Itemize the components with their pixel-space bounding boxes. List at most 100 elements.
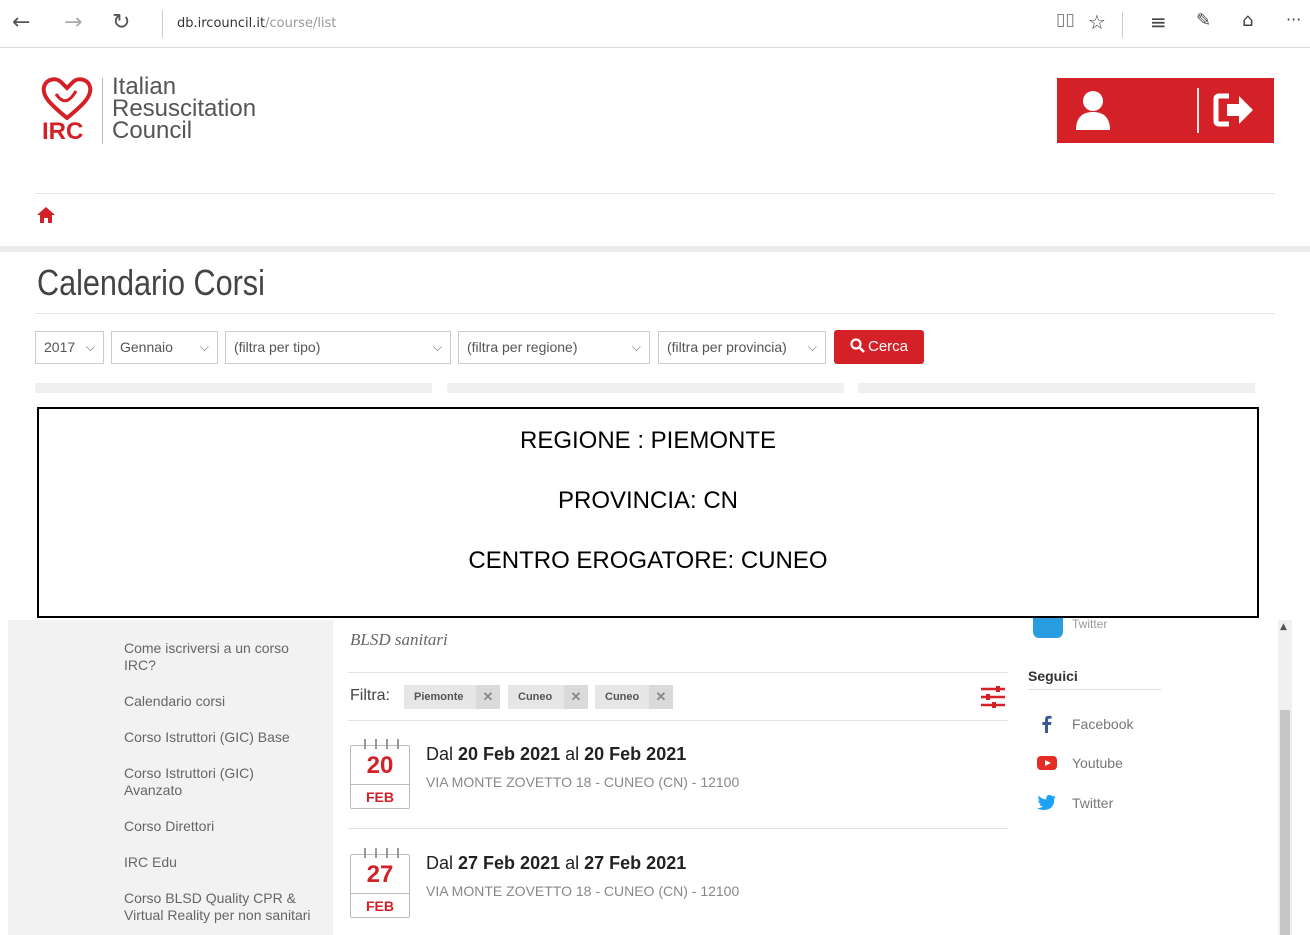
header-divider: [35, 193, 1275, 194]
type-value: (filtra per tipo): [234, 339, 321, 355]
chip-label: Cuneo: [518, 691, 553, 703]
web-note-icon[interactable]: ✎: [1196, 10, 1211, 31]
irc-logo[interactable]: IRC Italian Resuscitation Council: [40, 72, 300, 152]
month-value: Gennaio: [120, 339, 173, 355]
sidebar-item-gic-avanzato[interactable]: Corso Istruttori (GIC) Avanzato: [124, 765, 314, 799]
filter-label: Filtra:: [350, 687, 390, 704]
chip-label: Cuneo: [605, 691, 640, 703]
event-end: 27 Feb 2021: [584, 853, 687, 873]
share-icon[interactable]: ⌂: [1242, 10, 1253, 31]
region-select[interactable]: (filtra per regione) ⌵: [458, 331, 650, 364]
twitter-icon[interactable]: [1033, 618, 1063, 638]
account-panel: [1057, 78, 1274, 143]
follow-title: Seguici: [1028, 668, 1078, 684]
sidebar-item-gic-base[interactable]: Corso Istruttori (GIC) Base: [124, 729, 314, 746]
url-domain: db.ircouncil.it: [177, 16, 266, 31]
forward-button[interactable]: →: [64, 10, 82, 35]
sidebar-item-calendario[interactable]: Calendario corsi: [124, 693, 314, 710]
region-line: REGIONE : PIEMONTE: [519, 427, 777, 454]
logo-line-3: Council: [112, 117, 193, 144]
calendar-date-icon: 20 FEB: [350, 739, 410, 809]
event-title[interactable]: Dal 20 Feb 2021 al 20 Feb 2021: [426, 744, 686, 765]
course-tile: [447, 383, 844, 393]
event-title[interactable]: Dal 27 Feb 2021 al 27 Feb 2021: [426, 853, 686, 874]
location-info-box: REGIONE : PIEMONTE PROVINCIA: CN CENTRO …: [37, 407, 1259, 618]
chevron-down-icon: ⌵: [631, 340, 641, 354]
filter-chip-region: Piemonte ✕: [404, 685, 500, 709]
logo-divider: [102, 78, 103, 144]
favorite-star-icon[interactable]: ☆: [1088, 10, 1106, 34]
search-button-label: Cerca: [867, 338, 908, 355]
filter-chip-center: Cuneo ✕: [595, 685, 673, 709]
scrollbar-thumb[interactable]: [1280, 710, 1290, 935]
logo-abbr: IRC: [42, 118, 84, 145]
page-title: Calendario Corsi: [37, 262, 265, 303]
refresh-button[interactable]: ↻: [112, 10, 130, 35]
youtube-label: Youtube: [1072, 755, 1123, 771]
sidebar-item-blsd-quality[interactable]: Corso BLSD Quality CPR & Virtual Reality…: [124, 890, 314, 924]
sidebar-item-irc-edu[interactable]: IRC Edu: [124, 854, 314, 871]
twitter-top-label[interactable]: Twitter: [1072, 617, 1107, 631]
reading-view-icon[interactable]: ▯▯: [1056, 10, 1075, 30]
twitter-bird-icon: [1037, 795, 1056, 810]
close-icon[interactable]: ✕: [476, 685, 500, 709]
course-tile: [35, 383, 432, 393]
user-icon[interactable]: [1074, 90, 1112, 130]
event-month: FEB: [351, 784, 409, 808]
back-button[interactable]: ←: [12, 10, 30, 35]
event-prefix: Dal: [426, 853, 454, 873]
search-icon: [850, 338, 865, 353]
chevron-down-icon: ⌵: [432, 340, 442, 354]
content-divider: [348, 720, 1008, 721]
heart-hand-icon: [41, 77, 93, 120]
event-end: 20 Feb 2021: [584, 744, 687, 764]
event-address: VIA MONTE ZOVETTO 18 - CUNEO (CN) - 1210…: [426, 883, 740, 899]
event-divider: [348, 828, 1008, 829]
sidebar-item-iscriversi[interactable]: Come iscriversi a un corso IRC?: [124, 640, 314, 674]
course-tile: [858, 383, 1255, 393]
close-icon[interactable]: ✕: [564, 685, 588, 709]
more-menu-icon[interactable]: ···: [1286, 10, 1301, 29]
center-line: CENTRO EROGATORE: CUNEO: [468, 547, 828, 574]
search-button[interactable]: Cerca: [834, 330, 924, 364]
calendar-rings: [364, 848, 399, 858]
home-icon[interactable]: [36, 206, 56, 224]
event-prefix: Dal: [426, 744, 454, 764]
filter-chip-province: Cuneo ✕: [508, 685, 588, 709]
type-select[interactable]: (filtra per tipo) ⌵: [225, 331, 451, 364]
address-bar[interactable]: db.ircouncil.it/course/list: [162, 10, 336, 38]
province-line: PROVINCIA: CN: [557, 487, 739, 514]
province-select[interactable]: (filtra per provincia) ⌵: [658, 331, 826, 364]
month-select[interactable]: Gennaio ⌵: [111, 331, 218, 364]
chevron-down-icon: ⌵: [807, 340, 817, 354]
calendar-date-icon: 27 FEB: [350, 848, 410, 918]
youtube-icon: [1037, 756, 1057, 770]
filter-settings-icon[interactable]: [980, 685, 1006, 709]
region-value: (filtra per regione): [467, 339, 578, 355]
province-value: (filtra per provincia): [667, 339, 787, 355]
title-divider: [35, 313, 1275, 314]
close-icon[interactable]: ✕: [649, 685, 673, 709]
year-value: 2017: [44, 339, 76, 355]
calendar-rings: [364, 739, 399, 749]
sidebar-menu: Come iscriversi a un corso IRC? Calendar…: [8, 620, 333, 935]
event-mid: al: [565, 853, 580, 873]
hub-icon[interactable]: ≡: [1150, 10, 1167, 34]
chevron-down-icon: ⌵: [199, 340, 209, 354]
logo-text: Italian Resuscitation Council: [112, 75, 256, 144]
event-address: VIA MONTE ZOVETTO 18 - CUNEO (CN) - 1210…: [426, 774, 740, 790]
toolbar-divider: [1122, 12, 1123, 38]
breadcrumb-band: [0, 246, 1310, 252]
url-path: /course/list: [265, 16, 337, 31]
sidebar-item-direttori[interactable]: Corso Direttori: [124, 818, 314, 835]
follow-divider: [1028, 689, 1161, 690]
facebook-icon: [1042, 715, 1052, 733]
logout-icon[interactable]: [1213, 92, 1255, 128]
event-day: 27: [366, 861, 394, 888]
scroll-up-icon[interactable]: ▲: [1280, 622, 1287, 632]
event-start: 20 Feb 2021: [458, 744, 561, 764]
event-month: FEB: [351, 893, 409, 917]
facebook-label: Facebook: [1072, 716, 1134, 732]
year-select[interactable]: 2017 ⌵: [35, 331, 104, 364]
page-scrollbar[interactable]: ▲: [1278, 620, 1292, 935]
